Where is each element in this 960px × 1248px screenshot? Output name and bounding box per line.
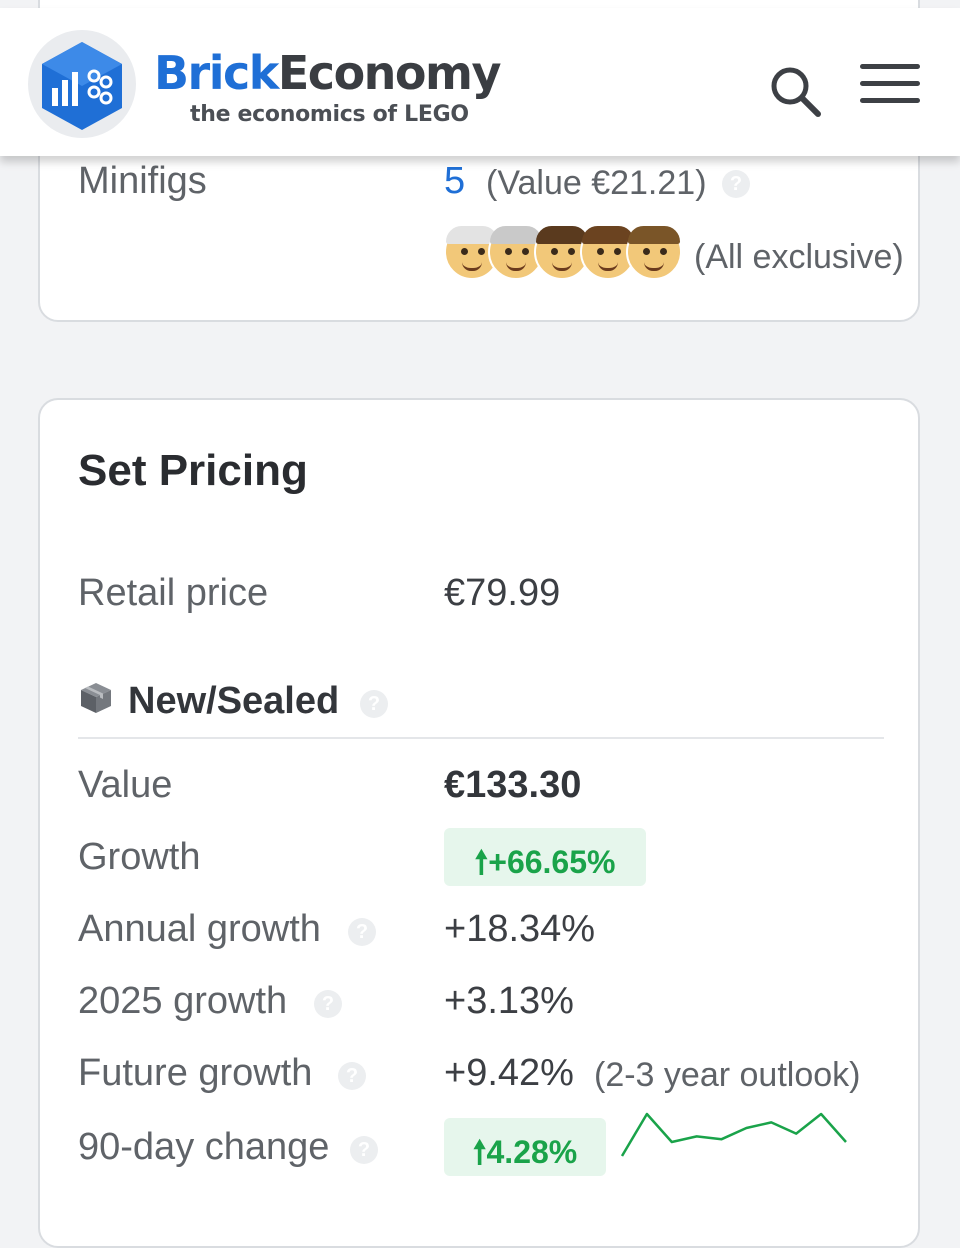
minifigs-exclusive-note: (All exclusive) [694, 238, 904, 276]
price-sparkline [620, 1112, 847, 1157]
minifig-face-5[interactable] [626, 224, 682, 280]
future-growth-value: +9.42% [444, 1052, 574, 1094]
minifig-faces [444, 224, 684, 282]
annual-growth-value: +18.34% [444, 908, 596, 950]
future-growth-note: (2-3 year outlook) [594, 1056, 861, 1094]
value-amount: €133.30 [444, 764, 582, 806]
annual-growth-label: Annual growth [78, 908, 321, 950]
growth-value: +66.65% [488, 844, 616, 880]
help-icon[interactable]: ? [314, 990, 342, 1018]
search-button[interactable] [766, 62, 824, 120]
value-label: Value [78, 764, 173, 806]
search-icon [771, 67, 821, 117]
brickeconomy-logo[interactable] [28, 30, 136, 138]
year-2025-growth-value: +3.13% [444, 980, 574, 1022]
help-icon[interactable]: ? [338, 1062, 366, 1090]
set-pricing-title: Set Pricing [78, 446, 308, 495]
help-icon[interactable]: ? [350, 1136, 378, 1164]
new-sealed-heading: New/Sealed [78, 680, 339, 726]
hamburger-menu-icon[interactable] [860, 64, 920, 114]
brand-name-part2: Economy [277, 46, 502, 100]
minifigs-value: (Value €21.21) [486, 164, 707, 202]
retail-price-label: Retail price [78, 572, 269, 614]
retail-price-value: €79.99 [444, 572, 561, 614]
help-icon[interactable]: ? [722, 170, 750, 198]
brand-name-part1: Brick [154, 46, 279, 100]
year-2025-growth-label: 2025 growth [78, 980, 288, 1022]
site-header: BrickEconomy the economics of LEGO [0, 8, 960, 156]
help-icon[interactable]: ? [360, 690, 388, 718]
brick-logo-icon [42, 42, 122, 130]
new-sealed-label: New/Sealed [128, 680, 340, 723]
minifigs-label: Minifigs [78, 160, 207, 202]
change-90-day-label: 90-day change [78, 1126, 330, 1168]
minifigs-count-link[interactable]: 5 [444, 160, 465, 203]
change-90-day-badge: 🠕4.28% [444, 1118, 606, 1176]
arrow-up-icon: 🠕 [474, 844, 489, 880]
help-icon[interactable]: ? [348, 918, 376, 946]
growth-badge: 🠕+66.65% [444, 828, 646, 886]
future-growth-label: Future growth [78, 1052, 313, 1094]
box-icon [78, 680, 114, 726]
change-90-day-value: 4.28% [486, 1134, 578, 1170]
arrow-up-icon: 🠕 [472, 1134, 487, 1170]
brand-tagline: the economics of LEGO [190, 102, 469, 127]
brand-name[interactable]: BrickEconomy [154, 50, 501, 96]
section-divider [78, 737, 884, 739]
growth-label: Growth [78, 836, 201, 878]
sparkline-series [620, 1112, 847, 1157]
